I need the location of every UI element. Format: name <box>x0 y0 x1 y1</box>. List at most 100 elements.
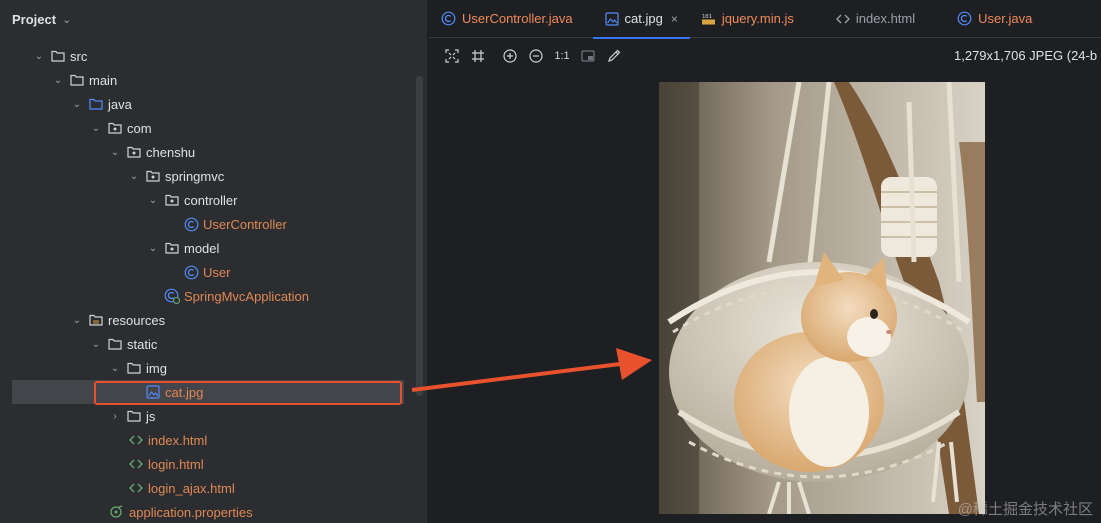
grid-icon[interactable] <box>465 44 491 68</box>
zoom-out-icon[interactable] <box>523 44 549 68</box>
cat-photo-illustration <box>659 82 985 514</box>
tree-item-label: java <box>108 96 132 112</box>
folder-icon <box>69 72 85 88</box>
tree-item-label: index.html <box>148 432 208 448</box>
editor-tabbar: UserController.java cat.jpg × 101 jquery… <box>429 0 1101 39</box>
chevron-down-icon[interactable]: ⌄ <box>108 363 122 374</box>
tab-usercontroller-java[interactable]: UserController.java <box>429 0 585 38</box>
tree-item-user[interactable]: User <box>0 260 410 284</box>
tree-item-chenshu[interactable]: ⌄ chenshu <box>0 140 410 164</box>
actual-size-button[interactable]: 1:1 <box>549 44 575 68</box>
html-file-icon <box>128 480 144 496</box>
folder-icon <box>107 336 123 352</box>
tree-item-login-html[interactable]: login.html <box>0 452 410 476</box>
html-file-icon <box>128 432 144 448</box>
tree-item-usercontroller[interactable]: UserController <box>0 212 410 236</box>
tree-item-label: chenshu <box>146 144 196 160</box>
chevron-down-icon[interactable]: ⌄ <box>127 171 141 182</box>
package-icon <box>164 192 180 208</box>
tree-item-springmvcapplication[interactable]: SpringMvcApplication <box>0 284 410 308</box>
tree-item-js[interactable]: › js <box>0 404 410 428</box>
chevron-down-icon[interactable]: ⌄ <box>146 195 160 206</box>
chevron-down-icon[interactable]: ⌄ <box>62 13 71 26</box>
image-preview <box>659 82 985 514</box>
tree-item-springmvc[interactable]: ⌄ springmvc <box>0 164 410 188</box>
tree-item-label: resources <box>108 312 166 328</box>
tree-item-label: UserController <box>203 216 287 232</box>
tree-item-label: src <box>70 48 88 64</box>
chevron-down-icon[interactable]: ⌄ <box>108 147 122 158</box>
class-icon <box>183 264 199 280</box>
tree-item-index-html[interactable]: index.html <box>0 428 410 452</box>
spring-class-icon <box>164 288 180 304</box>
chevron-down-icon[interactable]: ⌄ <box>51 75 65 86</box>
js-file-icon: 101 <box>701 12 716 26</box>
chevron-down-icon[interactable]: ⌄ <box>70 99 84 110</box>
class-icon <box>957 11 972 26</box>
image-file-icon <box>604 11 619 26</box>
background-toggle-icon[interactable] <box>575 44 601 68</box>
tree-item-static[interactable]: ⌄ static <box>0 332 410 356</box>
chevron-down-icon[interactable]: ⌄ <box>32 51 46 62</box>
resources-folder-icon <box>88 312 104 328</box>
class-icon <box>183 216 199 232</box>
fit-to-window-icon[interactable] <box>439 44 465 68</box>
tree-item-label: springmvc <box>165 168 225 184</box>
tree-item-img[interactable]: ⌄ img <box>0 356 410 380</box>
editor-area: UserController.java cat.jpg × 101 jquery… <box>429 0 1101 523</box>
tree-item-application-properties[interactable]: application.properties <box>0 500 410 523</box>
package-icon <box>145 168 161 184</box>
tree-item-label: controller <box>184 192 238 208</box>
chevron-down-icon[interactable]: ⌄ <box>89 339 103 350</box>
tree-item-label: application.properties <box>129 504 253 520</box>
package-icon <box>164 240 180 256</box>
chevron-down-icon[interactable]: ⌄ <box>89 123 103 134</box>
tree-item-java[interactable]: ⌄ java <box>0 92 410 116</box>
tree-item-label: img <box>146 360 167 376</box>
tab-index-html[interactable]: index.html <box>824 0 927 38</box>
class-icon <box>441 11 456 26</box>
watermark: @稀土掘金技术社区 <box>957 501 1093 518</box>
package-icon <box>107 120 123 136</box>
project-tree-scrollbar[interactable] <box>416 76 423 396</box>
tree-item-label: model <box>184 240 220 256</box>
chevron-down-icon[interactable]: ⌄ <box>146 243 160 254</box>
annotation-highlight-box <box>94 381 402 405</box>
tree-item-controller[interactable]: ⌄ controller <box>0 188 410 212</box>
zoom-in-icon[interactable] <box>497 44 523 68</box>
svg-text:101: 101 <box>702 14 712 20</box>
project-panel-header[interactable]: Project ⌄ <box>0 0 427 38</box>
tree-item-login-ajax-html[interactable]: login_ajax.html <box>0 476 410 500</box>
project-panel-title: Project <box>12 11 57 27</box>
properties-file-icon <box>109 504 125 520</box>
tab-label: User.java <box>978 11 1033 26</box>
tree-item-label: SpringMvcApplication <box>184 288 310 304</box>
tree-item-model[interactable]: ⌄ model <box>0 236 410 260</box>
tab-user-java[interactable]: User.java <box>945 0 1044 38</box>
tree-item-label: js <box>146 408 156 424</box>
tab-jquery-min-js[interactable]: 101 jquery.min.js <box>690 0 806 38</box>
tree-item-main[interactable]: ⌄ main <box>0 68 410 92</box>
folder-icon <box>50 48 66 64</box>
tree-item-label: com <box>127 120 152 136</box>
chevron-right-icon[interactable]: › <box>108 411 122 422</box>
tab-label: jquery.min.js <box>721 11 794 26</box>
html-file-icon <box>835 13 850 25</box>
tree-item-label: User <box>203 264 231 280</box>
close-icon[interactable]: × <box>671 12 678 26</box>
tree-item-label: login_ajax.html <box>148 480 235 496</box>
folder-icon <box>126 408 142 424</box>
tree-item-label: main <box>89 72 118 88</box>
project-panel: Project ⌄ ⌄ src ⌄ main ⌄ java ⌄ com ⌄ ch… <box>0 0 428 523</box>
html-file-icon <box>128 456 144 472</box>
tree-item-resources[interactable]: ⌄ resources <box>0 308 410 332</box>
tree-item-src[interactable]: ⌄ src <box>0 44 410 68</box>
chevron-down-icon[interactable]: ⌄ <box>70 315 84 326</box>
color-picker-icon[interactable] <box>601 44 627 68</box>
source-folder-icon <box>88 96 104 112</box>
tab-label: index.html <box>855 11 916 26</box>
tab-label: UserController.java <box>462 11 573 26</box>
tree-item-com[interactable]: ⌄ com <box>0 116 410 140</box>
tab-cat-jpg[interactable]: cat.jpg × <box>592 0 691 39</box>
tab-label: cat.jpg <box>624 11 663 26</box>
